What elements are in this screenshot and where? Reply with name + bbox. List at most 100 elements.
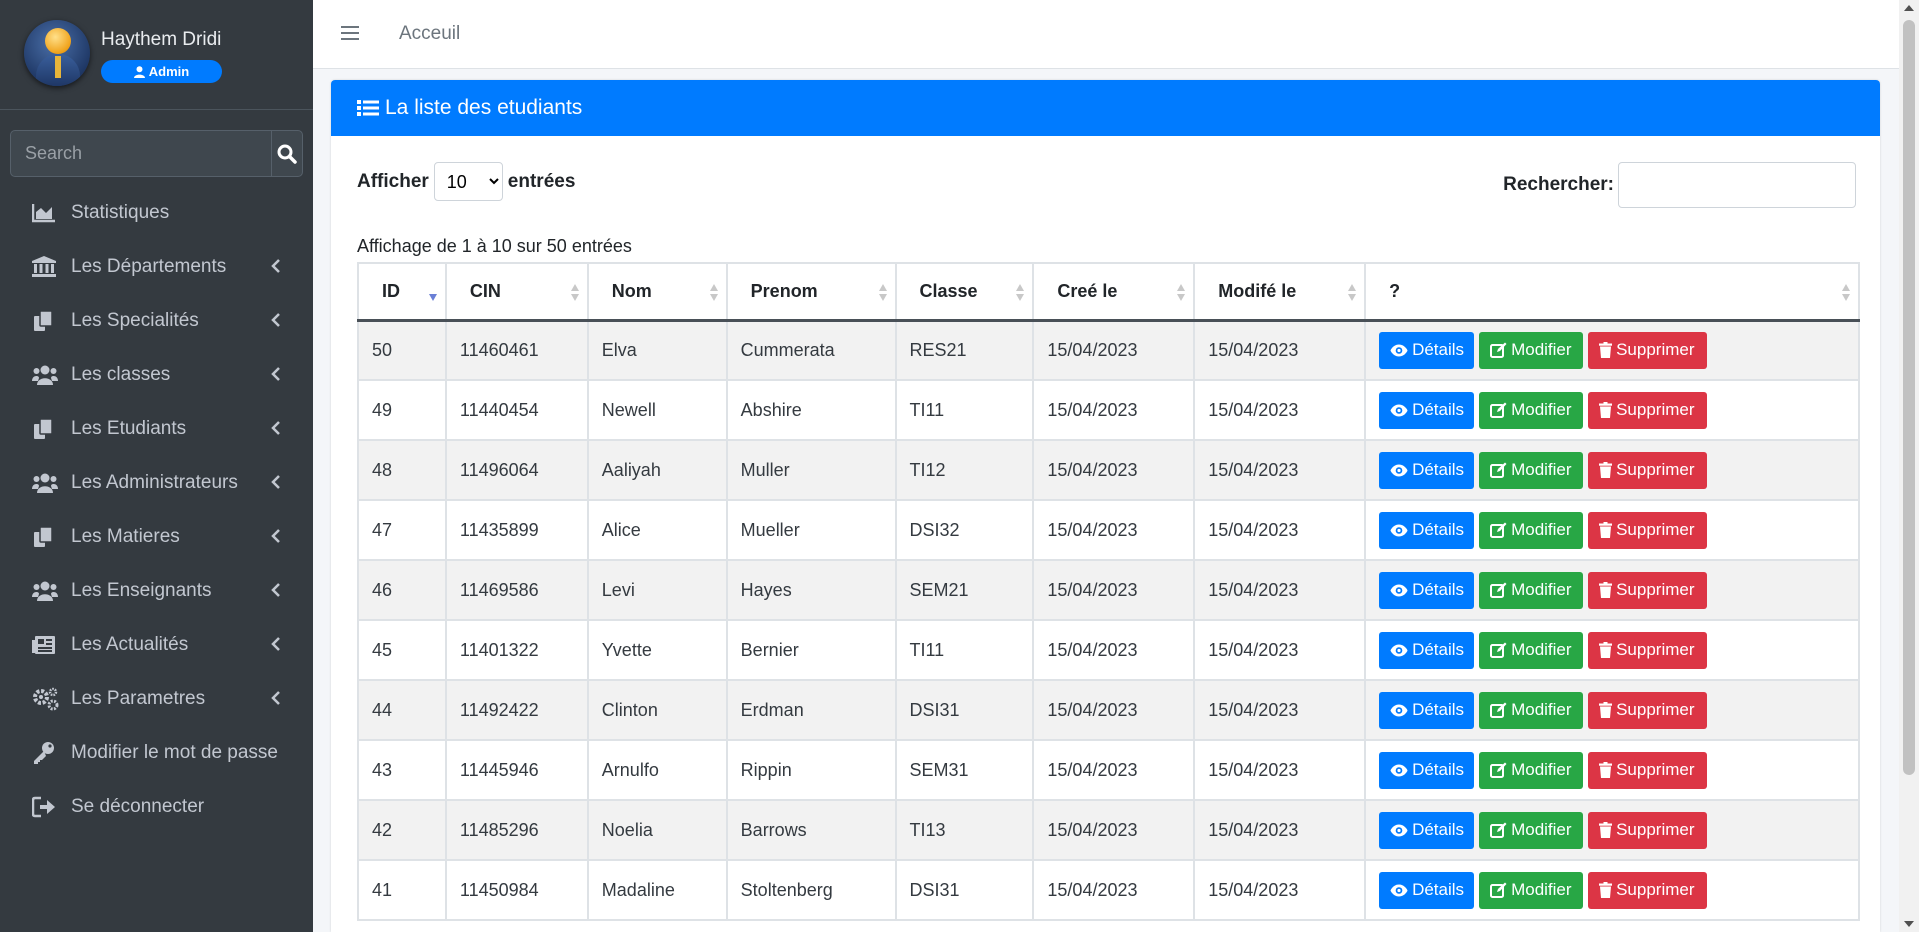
- card-header: La liste des etudiants: [331, 80, 1880, 136]
- table-cell: 11460461: [444, 319, 589, 381]
- user-name[interactable]: Haythem Dridi: [101, 29, 221, 51]
- menu-toggle-icon[interactable]: [341, 24, 359, 47]
- delete-button[interactable]: Supprimer: [1588, 691, 1708, 729]
- delete-button[interactable]: Supprimer: [1588, 511, 1708, 549]
- sidebar-search-input[interactable]: [10, 130, 271, 177]
- details-button[interactable]: Détails: [1379, 811, 1475, 849]
- sort-icon: [570, 284, 579, 302]
- table-cell: Rippin: [725, 739, 897, 801]
- table-search-input[interactable]: [1618, 162, 1856, 208]
- trash-icon: [1599, 882, 1613, 898]
- table-cell: 45: [357, 619, 447, 681]
- column-header-3[interactable]: Nom: [586, 262, 728, 322]
- edit-button[interactable]: Modifier: [1479, 331, 1584, 369]
- delete-button[interactable]: Supprimer: [1588, 391, 1708, 429]
- edit-label: Modifier: [1511, 880, 1572, 899]
- sign-out-icon: [32, 795, 62, 819]
- delete-label: Supprimer: [1616, 820, 1695, 839]
- details-button[interactable]: Détails: [1379, 571, 1475, 609]
- delete-label: Supprimer: [1616, 580, 1695, 599]
- table-cell: 15/04/2023: [1032, 439, 1196, 501]
- details-label: Détails: [1412, 520, 1465, 539]
- trash-icon: [1599, 642, 1613, 658]
- column-header-label: Classe: [919, 280, 978, 301]
- eye-icon: [1390, 884, 1408, 897]
- sidebar-search-button[interactable]: [271, 130, 303, 177]
- page-length-select[interactable]: 10: [433, 162, 503, 201]
- sidebar-item-4[interactable]: Les classes: [0, 348, 313, 402]
- trash-icon: [1599, 462, 1613, 478]
- scrollbar-thumb[interactable]: [1903, 20, 1915, 775]
- column-header-5[interactable]: Classe: [894, 262, 1035, 322]
- table-cell: 15/04/2023: [1193, 499, 1367, 561]
- table-cell: 11469586: [444, 559, 589, 621]
- edit-button[interactable]: Modifier: [1479, 631, 1584, 669]
- column-header-label: CIN: [469, 280, 501, 301]
- home-link[interactable]: Acceuil: [399, 23, 460, 45]
- column-header-6[interactable]: Creé le: [1032, 262, 1196, 322]
- details-label: Détails: [1412, 820, 1465, 839]
- sidebar-item-6[interactable]: Les Administrateurs: [0, 456, 313, 510]
- edit-button[interactable]: Modifier: [1479, 751, 1584, 789]
- table-cell: 49: [357, 379, 447, 441]
- details-button[interactable]: Détails: [1379, 511, 1475, 549]
- scroll-up-icon[interactable]: [1904, 5, 1914, 11]
- user-avatar[interactable]: [24, 20, 90, 86]
- delete-button[interactable]: Supprimer: [1588, 811, 1708, 849]
- details-button[interactable]: Détails: [1379, 631, 1475, 669]
- scroll-down-icon[interactable]: [1904, 921, 1914, 927]
- column-header-4[interactable]: Prenom: [725, 262, 897, 322]
- column-header-1[interactable]: ID: [357, 262, 447, 322]
- edit-icon: [1490, 642, 1507, 658]
- column-header-7[interactable]: Modifé le: [1193, 262, 1367, 322]
- actions-cell: Détails Modifier Supprimer: [1364, 439, 1860, 501]
- details-button[interactable]: Détails: [1379, 871, 1475, 909]
- delete-button[interactable]: Supprimer: [1588, 571, 1708, 609]
- column-header-2[interactable]: CIN: [444, 262, 589, 322]
- edit-button[interactable]: Modifier: [1479, 511, 1584, 549]
- table-cell: Yvette: [586, 619, 728, 681]
- sidebar-item-5[interactable]: Les Etudiants: [0, 402, 313, 456]
- table-cell: Stoltenberg: [725, 859, 897, 921]
- table-cell: 15/04/2023: [1032, 739, 1196, 801]
- table-row: 42 11485296 Noelia Barrows TI13 15/04/2023 15/…: [357, 799, 1860, 861]
- sidebar-item-11[interactable]: Modifier le mot de passe: [0, 726, 313, 780]
- details-button[interactable]: Détails: [1379, 751, 1475, 789]
- edit-button[interactable]: Modifier: [1479, 571, 1584, 609]
- delete-button[interactable]: Supprimer: [1588, 871, 1708, 909]
- table-cell: Alice: [586, 499, 728, 561]
- details-button[interactable]: Détails: [1379, 691, 1475, 729]
- details-button[interactable]: Détails: [1379, 331, 1475, 369]
- sort-icon: [1842, 284, 1850, 302]
- edit-button[interactable]: Modifier: [1479, 811, 1584, 849]
- table-cell: 11440454: [444, 379, 589, 441]
- edit-icon: [1490, 582, 1507, 598]
- sidebar-item-7[interactable]: Les Matieres: [0, 510, 313, 564]
- delete-button[interactable]: Supprimer: [1588, 631, 1708, 669]
- sidebar-item-9[interactable]: Les Actualités: [0, 618, 313, 672]
- chevron-left-icon: [271, 528, 281, 550]
- edit-button[interactable]: Modifier: [1479, 691, 1584, 729]
- sidebar-item-2[interactable]: Les Départements: [0, 240, 313, 294]
- table-row: 46 11469586 Levi Hayes SEM21 15/04/2023 15/04/…: [357, 559, 1860, 621]
- edit-label: Modifier: [1511, 400, 1572, 419]
- delete-button[interactable]: Supprimer: [1588, 331, 1708, 369]
- sidebar-item-1[interactable]: Statistiques: [0, 186, 313, 240]
- edit-button[interactable]: Modifier: [1479, 871, 1584, 909]
- table-cell: Bernier: [725, 619, 897, 681]
- sidebar-item-3[interactable]: Les Specialités: [0, 294, 313, 348]
- details-button[interactable]: Détails: [1379, 451, 1475, 489]
- table-row: 49 11440454 Newell Abshire TI11 15/04/2023 15/…: [357, 379, 1860, 441]
- column-header-8[interactable]: ?: [1364, 262, 1860, 322]
- column-header-label: Prenom: [750, 280, 818, 301]
- sidebar-item-8[interactable]: Les Enseignants: [0, 564, 313, 618]
- edit-button[interactable]: Modifier: [1479, 391, 1584, 429]
- page-scrollbar[interactable]: [1899, 0, 1919, 932]
- edit-button[interactable]: Modifier: [1479, 451, 1584, 489]
- search-icon: [277, 144, 297, 164]
- delete-button[interactable]: Supprimer: [1588, 451, 1708, 489]
- sidebar-item-12[interactable]: Se déconnecter: [0, 780, 313, 834]
- delete-button[interactable]: Supprimer: [1588, 751, 1708, 789]
- sidebar-item-10[interactable]: Les Parametres: [0, 672, 313, 726]
- details-button[interactable]: Détails: [1379, 391, 1475, 429]
